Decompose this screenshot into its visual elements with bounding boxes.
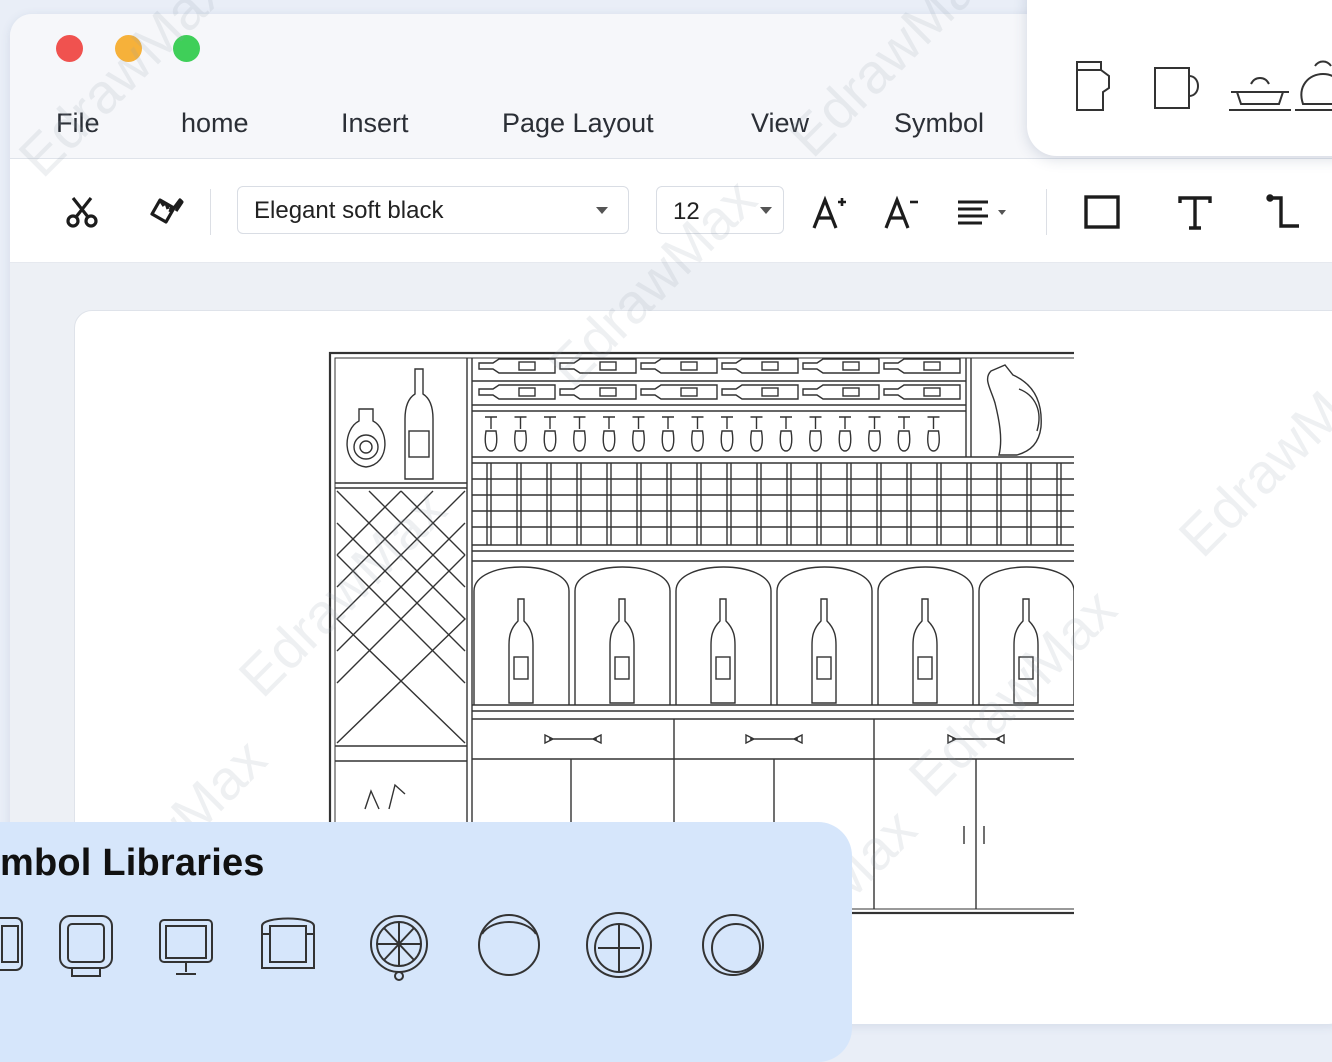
bottle-niche xyxy=(776,566,873,705)
chevron-down-icon xyxy=(760,207,772,214)
toolbar-separator xyxy=(1046,189,1047,235)
wine-bottle-icon xyxy=(609,598,635,704)
wine-bottle-icon xyxy=(1013,598,1039,704)
bottle-niche xyxy=(473,566,570,705)
font-family-select[interactable]: Elegant soft black xyxy=(237,186,629,234)
wine-bottle-icon xyxy=(640,358,718,374)
office-chair-icon[interactable] xyxy=(146,904,228,986)
wine-bottle-icon xyxy=(478,358,556,374)
wine-bottle-icon xyxy=(912,598,938,704)
minimize-button[interactable] xyxy=(115,35,142,62)
wine-bottle-icon xyxy=(508,598,534,704)
kettle-icon[interactable] xyxy=(1289,56,1332,116)
close-button[interactable] xyxy=(56,35,83,62)
lounge-chair-icon[interactable] xyxy=(248,904,330,986)
paint-brush-icon[interactable] xyxy=(146,192,186,232)
wine-glass-icon xyxy=(691,416,704,452)
font-size-value: 12 xyxy=(673,198,700,225)
pot-icon[interactable] xyxy=(1225,62,1295,116)
menu-insert[interactable]: Insert xyxy=(341,108,409,139)
wine-bottle-icon xyxy=(710,598,736,704)
menu-page-layout[interactable]: Page Layout xyxy=(502,108,654,139)
symbol-libraries-panel: mbol Libraries xyxy=(0,822,852,1062)
wine-bottle-icon xyxy=(883,358,961,374)
swivel-chair-icon[interactable] xyxy=(358,904,440,986)
wine-glass-icon xyxy=(779,416,793,452)
bottle-niche xyxy=(877,566,974,705)
mug-icon[interactable] xyxy=(1151,64,1205,114)
drawer-handle-icon xyxy=(745,733,803,745)
menu-file[interactable]: File xyxy=(56,108,100,139)
drawer-handle-icon xyxy=(947,733,1005,745)
align-left-icon[interactable] xyxy=(954,192,1020,232)
bottle-icon xyxy=(346,368,434,480)
wine-glass-icon xyxy=(720,416,734,452)
font-increase-icon[interactable] xyxy=(810,192,850,232)
wine-glass-icon xyxy=(897,416,911,452)
bottle-niche xyxy=(574,566,671,705)
wine-bottle-icon xyxy=(721,384,799,400)
font-size-select[interactable]: 12 xyxy=(656,186,784,234)
wine-bottle-icon xyxy=(883,384,961,400)
wine-glass-icon xyxy=(868,416,881,452)
bottle-niche xyxy=(978,566,1074,705)
round-chair-icon[interactable] xyxy=(578,904,660,986)
text-tool-icon[interactable] xyxy=(1175,192,1215,232)
menu-home[interactable]: home xyxy=(181,108,249,139)
chevron-down-icon xyxy=(596,207,608,214)
rectangle-icon[interactable] xyxy=(1082,192,1122,232)
menu-view[interactable]: View xyxy=(751,108,809,139)
jug-icon xyxy=(986,364,1042,456)
round-stool-icon[interactable] xyxy=(468,904,550,986)
wine-bottle-icon xyxy=(811,598,837,704)
wine-glass-icon xyxy=(543,416,557,452)
toolbar: Elegant soft black 12 xyxy=(10,159,1332,263)
wine-bottle-icon xyxy=(478,384,556,400)
wine-glass-icon xyxy=(809,416,822,452)
menu-symbol[interactable]: Symbol xyxy=(894,108,984,139)
wine-glass-icon xyxy=(484,416,498,452)
kitchen-symbols-panel xyxy=(1027,0,1332,156)
chair-icon[interactable] xyxy=(0,904,44,986)
font-decrease-icon[interactable] xyxy=(882,192,922,232)
wine-bottle-icon xyxy=(559,358,637,374)
wine-bottle-icon xyxy=(721,358,799,374)
wine-bottle-icon xyxy=(802,384,880,400)
wine-glass-icon xyxy=(632,416,645,452)
wine-bottle-icon xyxy=(802,358,880,374)
toolbar-separator xyxy=(210,189,211,235)
wine-glass-icon xyxy=(514,416,527,452)
drawer-handle-icon xyxy=(544,733,602,745)
symbol-libraries-title: mbol Libraries xyxy=(0,842,265,884)
scissors-icon[interactable] xyxy=(62,192,102,232)
wine-glass-icon xyxy=(661,416,675,452)
wine-glass-icon xyxy=(602,416,616,452)
pitcher-icon[interactable] xyxy=(1067,58,1119,114)
wine-bottle-icon xyxy=(559,384,637,400)
wine-bottle-icon xyxy=(640,384,718,400)
wine-glass-icon xyxy=(838,416,852,452)
wine-glass-icon xyxy=(750,416,763,452)
round-seat-icon[interactable] xyxy=(692,904,774,986)
maximize-button[interactable] xyxy=(173,35,200,62)
armchair-icon[interactable] xyxy=(46,904,128,986)
font-family-value: Elegant soft black xyxy=(254,197,444,224)
wine-glass-icon xyxy=(927,416,940,452)
bottle-niche xyxy=(675,566,772,705)
connector-icon[interactable] xyxy=(1265,192,1305,232)
wine-glass-icon xyxy=(573,416,586,452)
